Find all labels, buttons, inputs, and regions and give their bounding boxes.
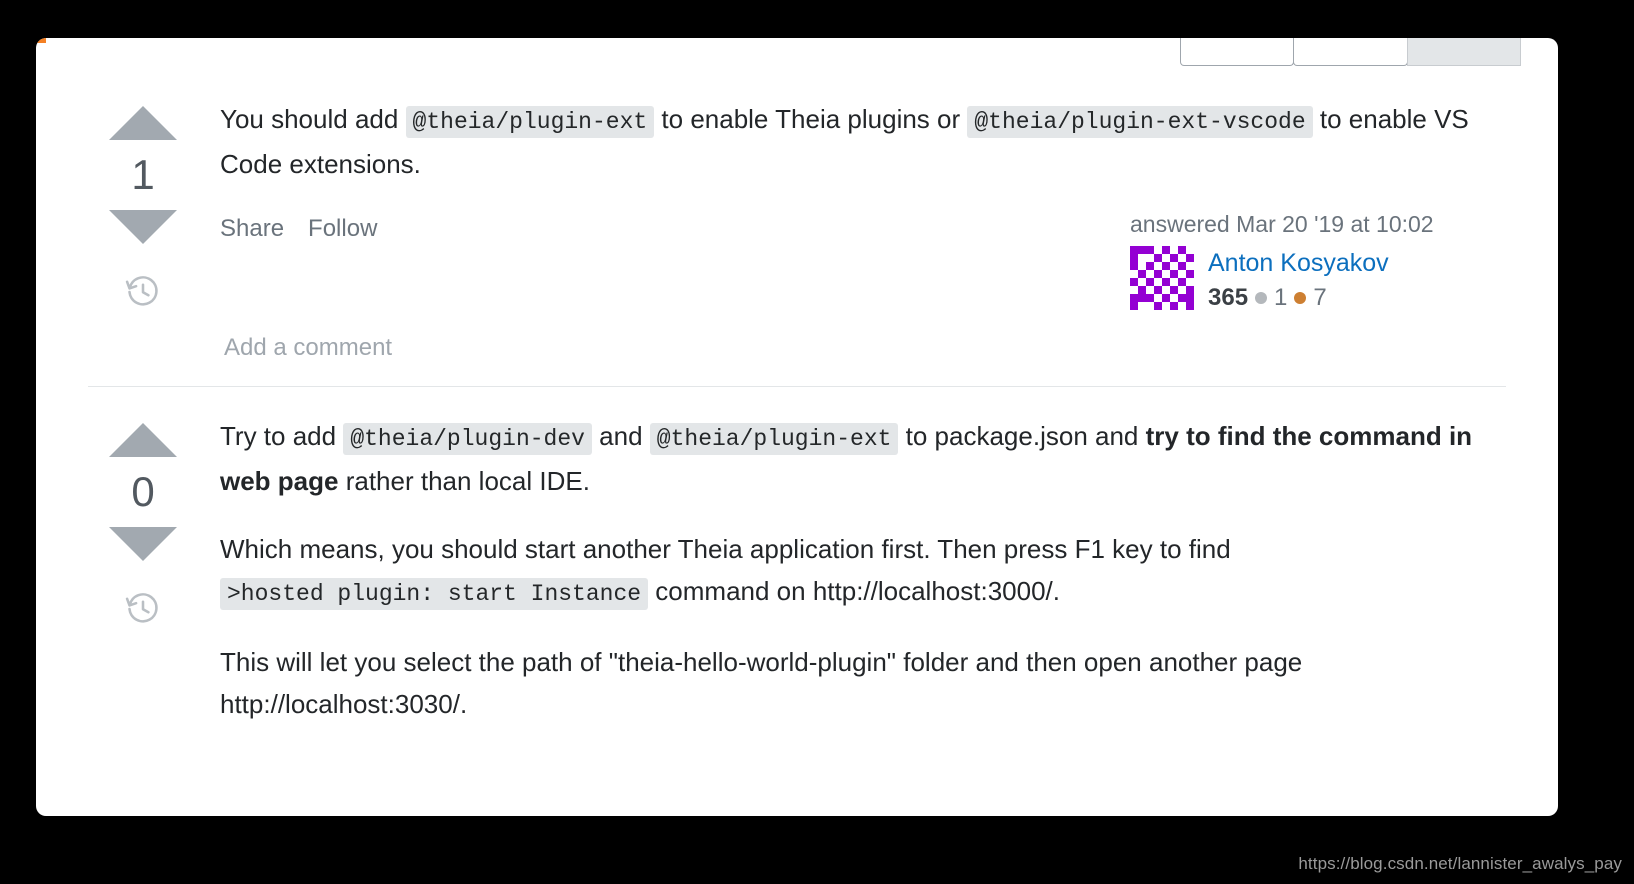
author-name-link[interactable]: Anton Kosyakov [1208, 248, 1389, 278]
bronze-badge-count: 7 [1313, 284, 1327, 311]
silver-badge-count: 1 [1274, 284, 1288, 311]
screenshot-root: 1 You should add @theia/plugin-ext to en… [0, 0, 1634, 884]
share-link[interactable]: Share [220, 215, 284, 243]
text-fragment: rather than local IDE. [338, 466, 590, 496]
answer-paragraph: Which means, you should start another Th… [220, 528, 1510, 615]
text-fragment: to enable Theia plugins or [654, 104, 968, 134]
triangle-down-icon[interactable] [109, 210, 177, 244]
vote-cell: 1 [88, 88, 198, 362]
text-fragment: and [591, 421, 650, 451]
answer-paragraph: This will let you select the path of "th… [220, 641, 1510, 725]
pager-button-2[interactable] [1293, 38, 1408, 66]
scrollbar-sliver-middle[interactable] [1550, 518, 1558, 574]
answer-actions-row: Share Follow answered Mar 20 '19 at 10:0… [220, 211, 1510, 312]
text-fragment: Which means, you should start another Th… [220, 534, 1231, 564]
vote-count: 1 [131, 151, 155, 198]
answer-item: 1 You should add @theia/plugin-ext to en… [36, 88, 1558, 362]
pager-button-3-selected[interactable] [1406, 38, 1521, 66]
code-span-hosted-plugin-command: >hosted plugin: start Instance [220, 578, 649, 610]
add-comment-link[interactable]: Add a comment [220, 334, 1510, 362]
button-group[interactable] [1180, 38, 1521, 66]
history-clock-icon[interactable] [125, 274, 161, 310]
orange-corner-accent [36, 38, 46, 43]
answered-timestamp: answered Mar 20 '19 at 10:02 [1130, 211, 1434, 237]
reputation-row: 365 1 7 [1208, 284, 1389, 312]
text-fragment: This will let you select the path of "th… [220, 647, 1303, 719]
code-span-plugin-ext-vscode: @theia/plugin-ext-vscode [967, 106, 1313, 138]
user-meta: Anton Kosyakov 365 1 7 [1208, 246, 1389, 312]
pager-button-1[interactable] [1180, 38, 1295, 66]
avatar[interactable] [1130, 246, 1194, 310]
user-row: Anton Kosyakov 365 1 7 [1130, 246, 1510, 312]
answer-paragraph: Try to add @theia/plugin-dev and @theia/… [220, 415, 1510, 502]
answer-paragraph: You should add @theia/plugin-ext to enab… [220, 98, 1510, 185]
triangle-up-icon[interactable] [109, 423, 177, 457]
answer-body: Try to add @theia/plugin-dev and @theia/… [198, 405, 1558, 751]
code-span-plugin-ext: @theia/plugin-ext [649, 423, 899, 455]
code-span-plugin-dev: @theia/plugin-dev [343, 423, 592, 455]
answer-divider [88, 386, 1506, 387]
answer-author-card: answered Mar 20 '19 at 10:02 Anton Kosya… [1130, 211, 1510, 312]
text-fragment: to package.json and [898, 421, 1146, 451]
code-span-plugin-ext: @theia/plugin-ext [405, 106, 655, 138]
triangle-down-icon[interactable] [109, 527, 177, 561]
text-fragment: You should add [220, 104, 406, 134]
scrollbar-sliver-top[interactable] [1550, 78, 1558, 340]
text-fragment: command on http://localhost:3000/. [648, 576, 1060, 606]
silver-badge-icon [1255, 292, 1268, 304]
text-fragment: Try to add [220, 421, 344, 451]
vote-count: 0 [131, 468, 155, 515]
watermark-text: https://blog.csdn.net/lannister_awalys_p… [1298, 854, 1622, 873]
reputation-score: 365 [1208, 284, 1249, 311]
answer-body: You should add @theia/plugin-ext to enab… [198, 88, 1558, 362]
follow-link[interactable]: Follow [308, 215, 377, 243]
bronze-badge-icon [1294, 292, 1307, 304]
history-clock-icon[interactable] [125, 591, 161, 627]
post-action-links: Share Follow [220, 211, 377, 243]
answer-item: 0 Try to add @theia/plugin-dev and @thei… [36, 405, 1558, 751]
vote-cell: 0 [88, 405, 198, 751]
triangle-up-icon[interactable] [109, 106, 177, 140]
stackoverflow-answers-card: 1 You should add @theia/plugin-ext to en… [36, 38, 1558, 816]
